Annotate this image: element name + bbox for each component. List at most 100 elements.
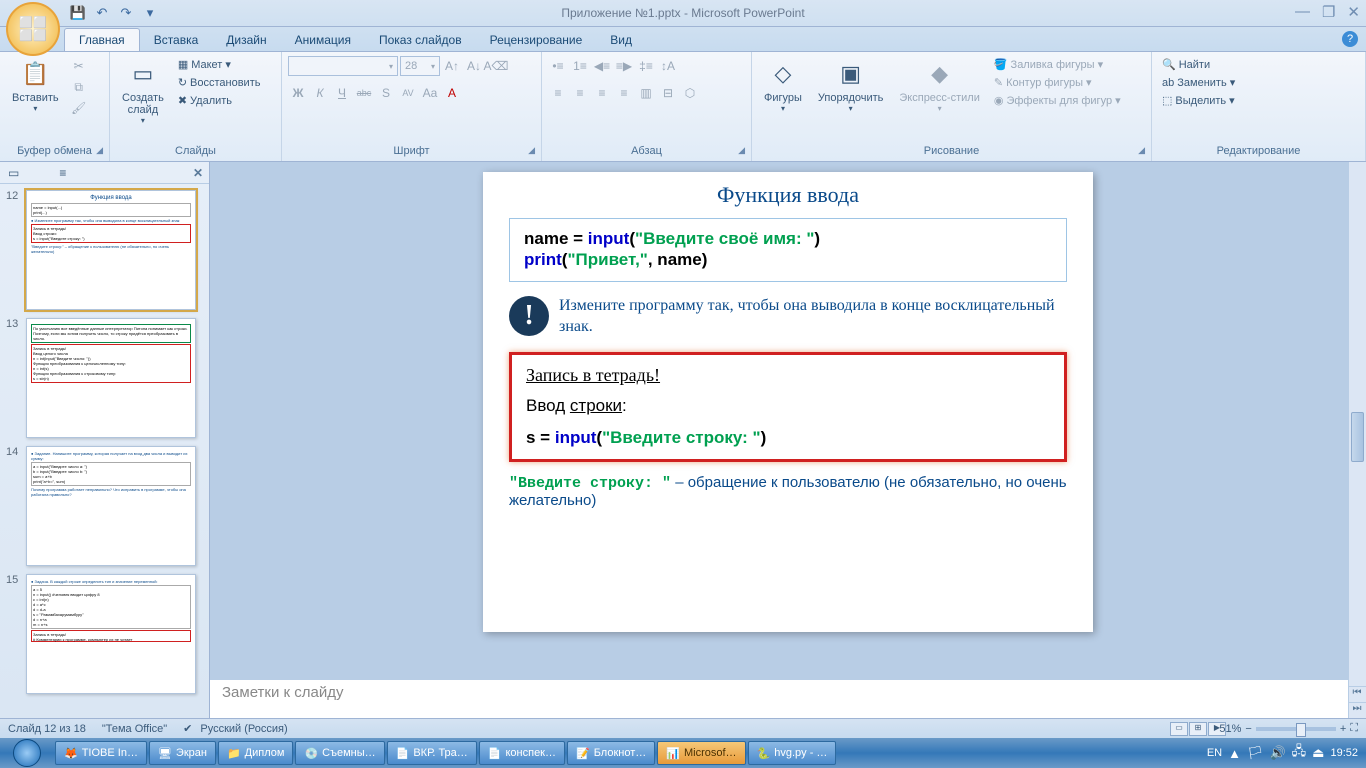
zoom-value[interactable]: 51% (1219, 723, 1241, 735)
taskbar-item[interactable]: 📝Блокнот… (567, 741, 655, 765)
redo-icon[interactable]: ↷ (116, 3, 136, 23)
taskbar-item[interactable]: 💿Съемны… (295, 741, 384, 765)
scroll-thumb[interactable] (1351, 412, 1364, 462)
notes-pane[interactable]: Заметки к слайду (210, 676, 1348, 718)
bold-icon[interactable]: Ж (288, 83, 308, 103)
format-painter-icon[interactable]: 🖌 (69, 98, 89, 118)
zoom-in-icon[interactable]: + (1340, 723, 1346, 735)
replace-button[interactable]: abЗаменить ▾ (1158, 74, 1239, 91)
shape-outline-button[interactable]: ✎Контур фигуры ▾ (990, 74, 1125, 91)
tray-up-icon[interactable]: ▲ (1228, 746, 1241, 761)
taskbar-item[interactable]: 🦊TIOBE In… (55, 741, 147, 765)
thumbnail-12[interactable]: 12 Функция ввода name = input(...)print(… (6, 190, 203, 310)
tray-network-icon[interactable]: 🖧 (1292, 742, 1307, 764)
slides-tab-icon[interactable]: ▭ (8, 166, 19, 180)
tray-lang[interactable]: EN (1207, 747, 1222, 759)
strike-icon[interactable]: abc (354, 83, 374, 103)
tray-clock[interactable]: 19:52 (1330, 747, 1358, 759)
tab-view[interactable]: Вид (596, 29, 646, 51)
maximize-button[interactable]: ❐ (1322, 3, 1335, 21)
find-button[interactable]: 🔍Найти (1158, 56, 1214, 73)
spellcheck-icon[interactable]: ✔ (183, 722, 192, 735)
tray-flag-icon[interactable]: 🏳 (1247, 745, 1264, 761)
dialog-launcher-icon[interactable]: ◢ (1138, 145, 1145, 156)
line-spacing-icon[interactable]: ‡≡ (636, 56, 656, 76)
align-left-icon[interactable]: ≡ (548, 83, 568, 103)
close-panel-icon[interactable]: ✕ (193, 166, 203, 180)
start-button[interactable] (0, 738, 54, 768)
columns-icon[interactable]: ▥ (636, 83, 656, 103)
clear-format-icon[interactable]: A⌫ (486, 56, 506, 76)
arrange-button[interactable]: ▣Упорядочить▾ (812, 56, 889, 115)
zoom-slider[interactable] (1256, 727, 1336, 731)
taskbar-item[interactable]: 📄ВКР. Тра… (387, 741, 477, 765)
taskbar-item[interactable]: 📁Диплом (218, 741, 293, 765)
char-spacing-icon[interactable]: AV (398, 83, 418, 103)
undo-icon[interactable]: ↶ (92, 3, 112, 23)
tab-home[interactable]: Главная (64, 28, 140, 51)
close-button[interactable]: ✕ (1347, 3, 1360, 21)
numbering-icon[interactable]: 1≡ (570, 56, 590, 76)
delete-button[interactable]: ✖Удалить (174, 92, 265, 109)
language-indicator[interactable]: Русский (Россия) (200, 723, 287, 735)
next-slide-icon[interactable]: ⏭ (1348, 702, 1366, 718)
change-case-icon[interactable]: Aa (420, 83, 440, 103)
layout-button[interactable]: ▦Макет ▾ (174, 56, 265, 73)
thumbnail-15[interactable]: 15 ● Задача. В каждой строке определить … (6, 574, 203, 694)
align-justify-icon[interactable]: ≡ (614, 83, 634, 103)
vertical-scrollbar[interactable]: ⏮ ⏭ (1348, 162, 1366, 718)
save-icon[interactable]: 💾 (68, 3, 88, 23)
tray-safely-remove-icon[interactable]: ⏏ (1312, 745, 1324, 761)
office-button[interactable]: ⬜⬜⬜⬜ (6, 2, 60, 56)
quick-styles-button[interactable]: ◆Экспресс-стили▾ (893, 56, 985, 115)
cut-icon[interactable]: ✂ (69, 56, 89, 76)
shape-fill-button[interactable]: 🪣Заливка фигуры ▾ (990, 56, 1125, 73)
slide-canvas[interactable]: Функция ввода name = input("Введите своё… (483, 172, 1093, 632)
slide-editor[interactable]: Функция ввода name = input("Введите своё… (210, 162, 1366, 718)
thumbnail-13[interactable]: 13 По умолчанию все введённые данные инт… (6, 318, 203, 438)
shape-effects-button[interactable]: ◉Эффекты для фигур ▾ (990, 92, 1125, 109)
underline-icon[interactable]: Ч (332, 83, 352, 103)
taskbar-item[interactable]: 📄конспек… (479, 741, 565, 765)
font-family-combo[interactable]: ▾ (288, 56, 398, 76)
new-slide-button[interactable]: ▭ Создать слайд ▾ (116, 56, 170, 127)
minimize-button[interactable]: — (1295, 3, 1310, 21)
align-text-icon[interactable]: ⊟ (658, 83, 678, 103)
taskbar-item[interactable]: 🖥Экран (149, 741, 216, 765)
tab-slideshow[interactable]: Показ слайдов (365, 29, 476, 51)
bullets-icon[interactable]: •≡ (548, 56, 568, 76)
tab-animation[interactable]: Анимация (281, 29, 365, 51)
select-button[interactable]: ⬚Выделить ▾ (1158, 92, 1239, 109)
slide-thumbnails[interactable]: 12 Функция ввода name = input(...)print(… (0, 184, 209, 718)
font-size-combo[interactable]: 28▾ (400, 56, 440, 76)
tab-review[interactable]: Рецензирование (476, 29, 597, 51)
tab-insert[interactable]: Вставка (140, 29, 213, 51)
dialog-launcher-icon[interactable]: ◢ (528, 145, 535, 156)
normal-view-icon[interactable]: ▭ (1170, 722, 1188, 736)
italic-icon[interactable]: К (310, 83, 330, 103)
align-center-icon[interactable]: ≡ (570, 83, 590, 103)
reset-button[interactable]: ↻Восстановить (174, 74, 265, 91)
sorter-view-icon[interactable]: ⊞ (1189, 722, 1207, 736)
shrink-font-icon[interactable]: A↓ (464, 56, 484, 76)
tray-volume-icon[interactable]: 🔊 (1269, 745, 1285, 761)
tab-design[interactable]: Дизайн (212, 29, 280, 51)
taskbar-item[interactable]: 🐍hvg.py - … (748, 741, 837, 765)
indent-inc-icon[interactable]: ≡▶ (614, 56, 634, 76)
text-direction-icon[interactable]: ↕A (658, 56, 678, 76)
dialog-launcher-icon[interactable]: ◢ (96, 145, 103, 156)
taskbar-item[interactable]: 📊Microsof… (657, 741, 745, 765)
qat-more-icon[interactable]: ▾ (140, 3, 160, 23)
prev-slide-icon[interactable]: ⏮ (1348, 686, 1366, 702)
align-right-icon[interactable]: ≡ (592, 83, 612, 103)
indent-dec-icon[interactable]: ◀≡ (592, 56, 612, 76)
font-color-icon[interactable]: A (442, 83, 462, 103)
fit-window-icon[interactable]: ⛶ (1350, 722, 1358, 735)
help-button[interactable]: ? (1342, 31, 1358, 47)
outline-tab-icon[interactable]: ≡ (59, 166, 66, 180)
smartart-icon[interactable]: ⬡ (680, 83, 700, 103)
zoom-out-icon[interactable]: − (1245, 723, 1251, 735)
shadow-icon[interactable]: S (376, 83, 396, 103)
thumbnail-14[interactable]: 14 ● Задание. Напишите программу, котора… (6, 446, 203, 566)
dialog-launcher-icon[interactable]: ◢ (738, 145, 745, 156)
